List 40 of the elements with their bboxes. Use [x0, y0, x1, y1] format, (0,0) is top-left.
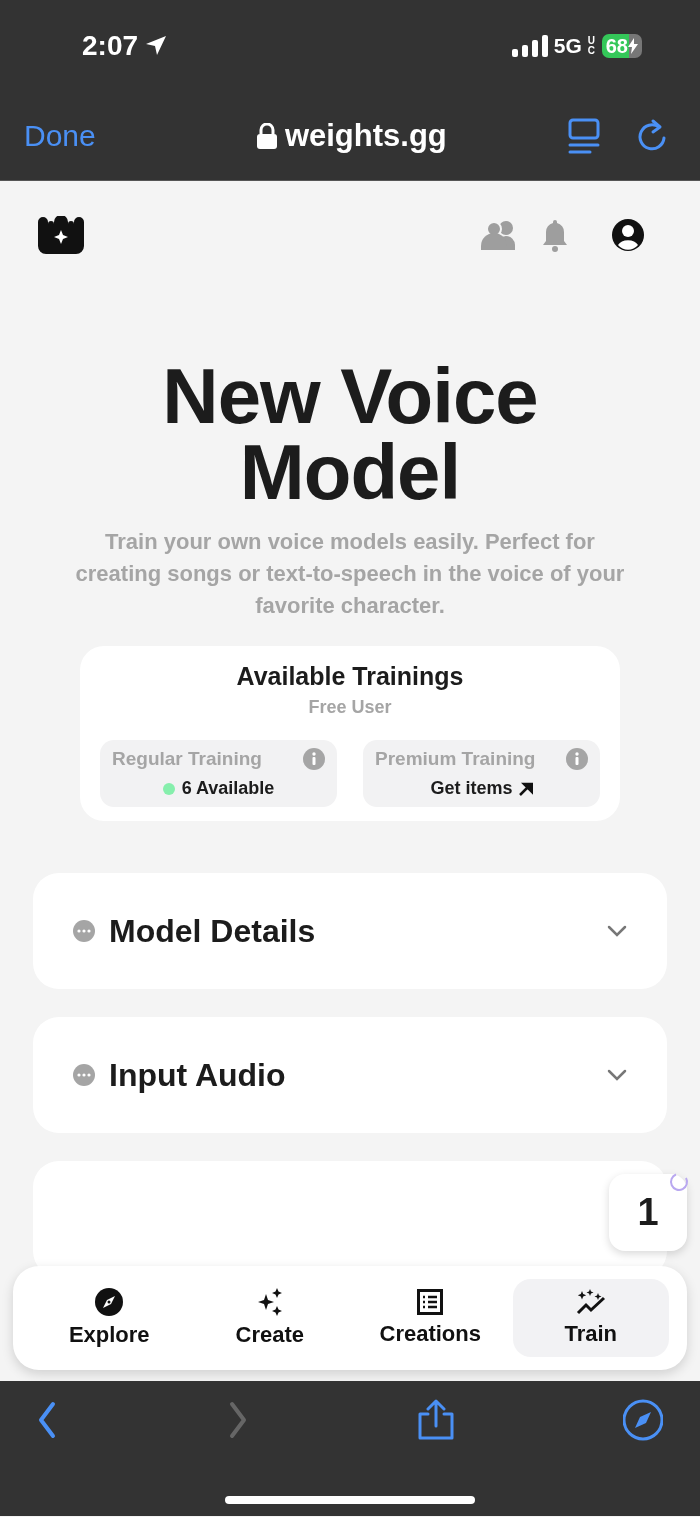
bell-icon[interactable]	[541, 218, 569, 252]
queue-count[interactable]: 1	[609, 1174, 687, 1251]
profile-icon[interactable]	[611, 218, 645, 252]
loading-spinner-icon	[668, 1171, 690, 1193]
option-label: Regular Training	[112, 748, 262, 770]
info-icon[interactable]	[303, 748, 325, 770]
option-label: Premium Training	[375, 748, 536, 770]
lock-icon	[256, 123, 277, 149]
page-title: New Voice Model	[161, 358, 539, 510]
signal-icon	[511, 35, 548, 57]
compass-icon	[95, 1288, 124, 1316]
trend-sparkles-icon	[575, 1289, 606, 1315]
compass-icon[interactable]	[622, 1399, 663, 1441]
pending-icon	[73, 920, 95, 942]
network-suffix: UC	[587, 36, 596, 56]
page-subtitle: Train your own voice models easily. Perfect for creating songs or text-to-speech in the voice of your favorite character.	[74, 528, 626, 620]
accordion-header[interactable]: Input Audio	[33, 1017, 667, 1133]
chevron-icon	[607, 925, 627, 937]
nav-tab[interactable]: Train	[512, 1279, 669, 1357]
nav-tab[interactable]: Creations	[352, 1279, 509, 1357]
network-label: 5G	[553, 34, 582, 58]
card-title: Available Trainings	[235, 662, 465, 691]
reader-icon[interactable]	[568, 118, 600, 154]
arrow-icon	[518, 781, 533, 796]
list-icon	[417, 1289, 444, 1315]
option-value: 6 Available	[181, 778, 275, 799]
nav-tab[interactable]: Create	[191, 1279, 348, 1357]
info-icon[interactable]	[566, 748, 588, 770]
pending-icon	[73, 1064, 95, 1086]
clock-time: 2:07	[82, 30, 139, 62]
url-text[interactable]: weights.gg	[284, 118, 447, 154]
share-icon[interactable]	[416, 1399, 457, 1441]
nav-tab[interactable]: Explore	[31, 1279, 188, 1357]
accordion-header[interactable]: Model Details	[33, 873, 667, 989]
done-button[interactable]: Done	[24, 119, 96, 153]
tier-label: Free User	[307, 697, 393, 718]
get-items-link[interactable]: Get items	[430, 778, 533, 799]
chevron-icon	[607, 1069, 627, 1081]
battery-indicator: 68	[601, 34, 642, 58]
logo-icon[interactable]	[38, 216, 84, 254]
